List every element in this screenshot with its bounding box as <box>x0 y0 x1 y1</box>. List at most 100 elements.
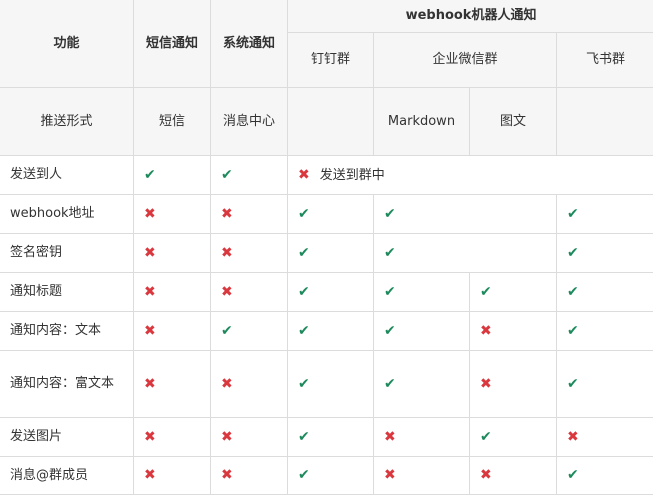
feature-name: 消息@群成员 <box>0 457 134 495</box>
cell-webhook-merged: ✖ 发送到群中 <box>288 156 653 195</box>
check-icon: ✔ <box>221 323 233 339</box>
cell-dingtalk: ✔ <box>288 418 374 457</box>
cross-icon: ✖ <box>480 376 492 392</box>
feature-name: 通知内容：富文本 <box>0 351 134 418</box>
check-icon: ✔ <box>298 323 310 339</box>
feature-name: 通知内容：文本 <box>0 312 134 351</box>
check-icon: ✔ <box>144 167 156 183</box>
check-icon: ✔ <box>298 467 310 483</box>
cross-icon: ✖ <box>144 284 156 300</box>
check-icon: ✔ <box>298 429 310 445</box>
header-sms-format: 短信 <box>134 88 211 156</box>
cell-wecom-markdown: ✔ <box>374 312 470 351</box>
cross-icon: ✖ <box>384 429 396 445</box>
cell-wecom-image: ✖ <box>470 312 557 351</box>
check-icon: ✔ <box>298 206 310 222</box>
cell-wecom-markdown: ✖ <box>374 457 470 495</box>
cross-icon: ✖ <box>221 284 233 300</box>
header-dingtalk-format <box>288 88 374 156</box>
table-row: 发送到人✔✔✖发送到群中 <box>0 156 653 195</box>
header-feature: 功能 <box>0 0 134 88</box>
cell-wecom-image: ✖ <box>470 351 557 418</box>
table-row: 消息@群成员 ✖ ✖ ✔ ✖ ✖ ✔ <box>0 457 653 495</box>
cross-icon: ✖ <box>298 167 310 183</box>
cell-sms: ✖ <box>134 234 211 273</box>
header-feishu: 飞书群 <box>557 33 653 88</box>
cell-system: ✖ <box>211 351 288 418</box>
header-wecom-markdown: Markdown <box>374 88 470 156</box>
cell-sms: ✖ <box>134 351 211 418</box>
cell-feishu: ✔ <box>557 273 653 312</box>
cell-wecom-image: ✔ <box>470 418 557 457</box>
feature-name: webhook地址 <box>0 195 134 234</box>
cross-icon: ✖ <box>567 429 579 445</box>
cell-sms: ✖ <box>134 273 211 312</box>
check-icon: ✔ <box>567 206 579 222</box>
check-icon: ✔ <box>298 245 310 261</box>
header-system: 系统通知 <box>211 0 288 88</box>
check-icon: ✔ <box>567 323 579 339</box>
feature-name: 发送图片 <box>0 418 134 457</box>
cell-wecom-markdown: ✔ <box>374 351 470 418</box>
check-icon: ✔ <box>480 284 492 300</box>
cell-system: ✖ <box>211 234 288 273</box>
cell-dingtalk: ✔ <box>288 351 374 418</box>
notification-feature-table: 功能 短信通知 系统通知 webhook机器人通知 钉钉群 企业微信群 飞书群 … <box>0 0 653 495</box>
check-icon: ✔ <box>567 467 579 483</box>
cell-wecom-markdown: ✔ <box>374 273 470 312</box>
cell-wecom-image: ✖ <box>470 457 557 495</box>
cross-icon: ✖ <box>221 245 233 261</box>
header-wecom: 企业微信群 <box>374 33 557 88</box>
cell-dingtalk: ✔ <box>288 312 374 351</box>
cell-system: ✖ <box>211 195 288 234</box>
cross-icon: ✖ <box>144 206 156 222</box>
cell-dingtalk: ✔ <box>288 457 374 495</box>
cross-icon: ✖ <box>144 467 156 483</box>
cell-system: ✖ <box>211 457 288 495</box>
cell-wecom-markdown: ✖ <box>374 418 470 457</box>
check-icon: ✔ <box>298 376 310 392</box>
check-icon: ✔ <box>567 284 579 300</box>
check-icon: ✔ <box>480 429 492 445</box>
cross-icon: ✖ <box>480 323 492 339</box>
cell-wecom-image: ✔ <box>470 273 557 312</box>
cross-icon: ✖ <box>480 467 492 483</box>
check-icon: ✔ <box>567 376 579 392</box>
check-icon: ✔ <box>384 376 396 392</box>
cross-icon: ✖ <box>144 376 156 392</box>
cross-icon: ✖ <box>221 467 233 483</box>
table-row: 通知标题 ✖ ✖ ✔ ✔ ✔ ✔ <box>0 273 653 312</box>
cross-icon: ✖ <box>221 376 233 392</box>
header-wecom-image: 图文 <box>470 88 557 156</box>
merged-note: 发送到群中 <box>320 168 385 183</box>
cell-dingtalk: ✔ <box>288 273 374 312</box>
check-icon: ✔ <box>384 284 396 300</box>
cross-icon: ✖ <box>221 429 233 445</box>
cell-wecom: ✔ <box>374 234 557 273</box>
cell-feishu: ✔ <box>557 457 653 495</box>
cell-feishu: ✔ <box>557 351 653 418</box>
cell-system: ✔ <box>211 156 288 195</box>
table-body: 发送到人✔✔✖发送到群中webhook地址✖✖✔✔✔签名密钥✖✖✔✔✔通知标题✖… <box>0 156 653 495</box>
cross-icon: ✖ <box>221 206 233 222</box>
table-row: webhook地址✖✖✔✔✔ <box>0 195 653 234</box>
header-dingtalk: 钉钉群 <box>288 33 374 88</box>
header-push-format: 推送形式 <box>0 88 134 156</box>
table-row: 签名密钥✖✖✔✔✔ <box>0 234 653 273</box>
cell-feishu: ✔ <box>557 234 653 273</box>
cell-dingtalk: ✔ <box>288 234 374 273</box>
cell-sms: ✖ <box>134 195 211 234</box>
check-icon: ✔ <box>567 245 579 261</box>
table-row: 发送图片✖✖✔✖✔✖ <box>0 418 653 457</box>
cell-system: ✖ <box>211 418 288 457</box>
cell-system: ✖ <box>211 273 288 312</box>
cell-sms: ✖ <box>134 312 211 351</box>
cell-feishu: ✔ <box>557 195 653 234</box>
cell-sms: ✔ <box>134 156 211 195</box>
cell-sms: ✖ <box>134 418 211 457</box>
cross-icon: ✖ <box>144 245 156 261</box>
header-feishu-format <box>557 88 653 156</box>
cell-sms: ✖ <box>134 457 211 495</box>
table-row: 通知内容：富文本 ✖ ✖ ✔ ✔ ✖ ✔ <box>0 351 653 418</box>
feature-name: 通知标题 <box>0 273 134 312</box>
